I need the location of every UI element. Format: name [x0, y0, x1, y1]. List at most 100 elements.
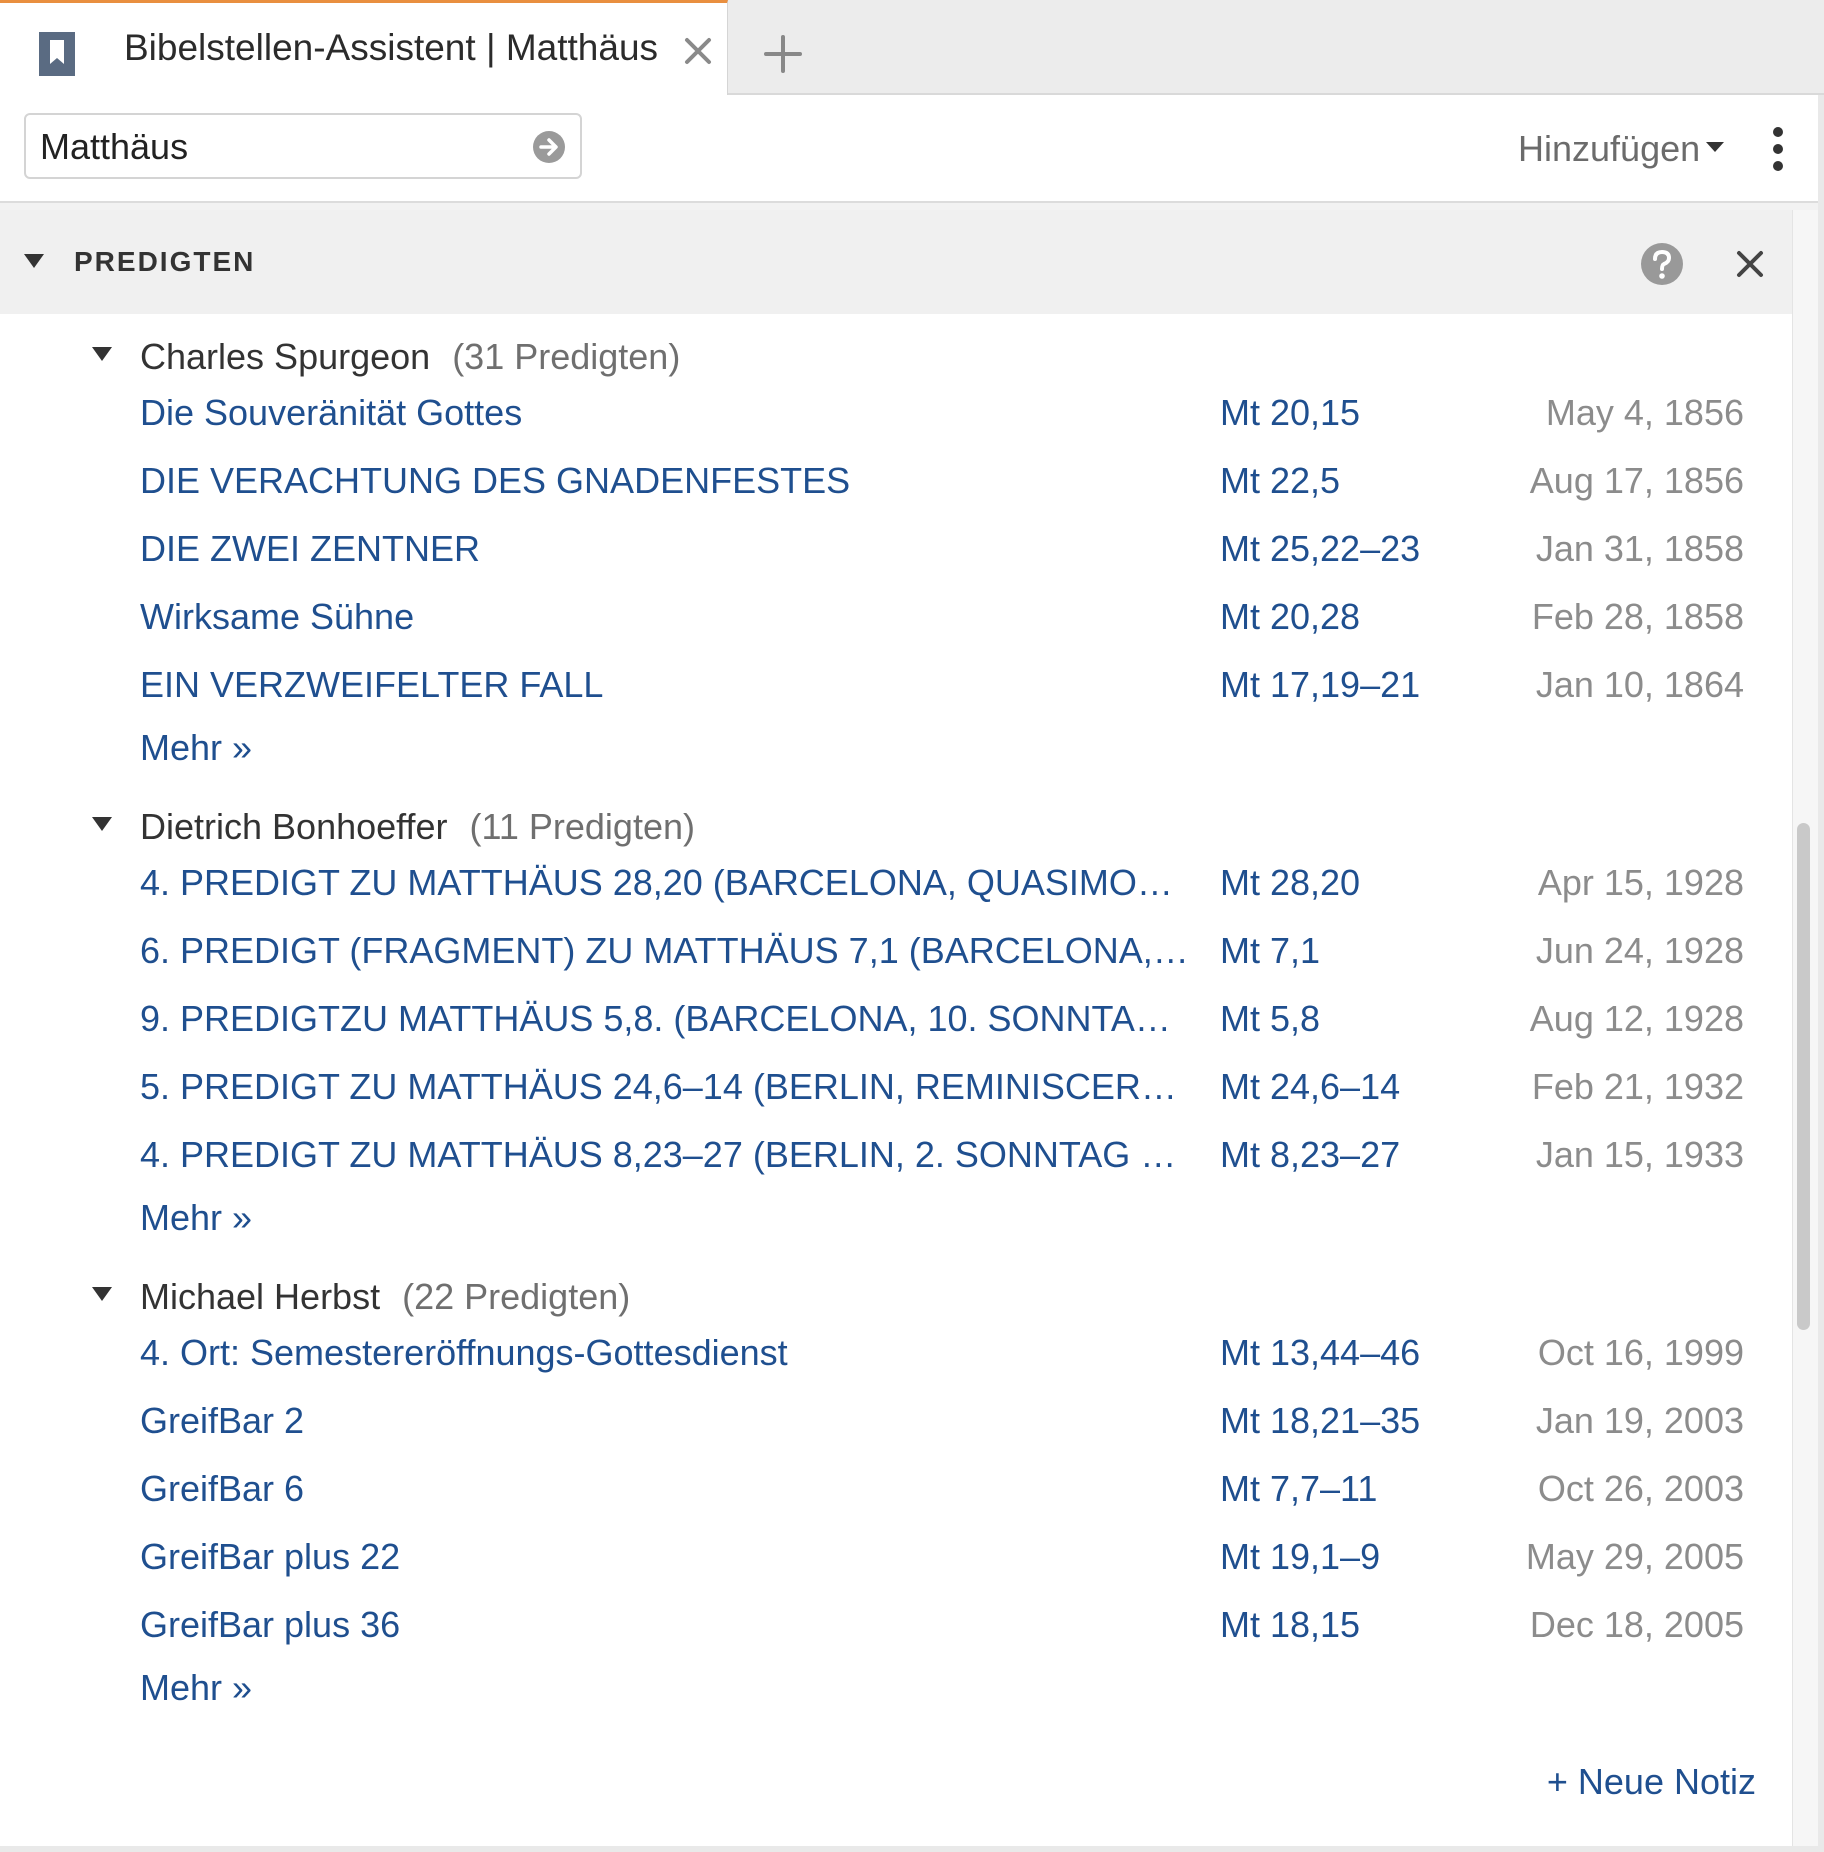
sermon-row: GreifBar 6 Mt 7,7–11 Oct 26, 2003 [0, 1468, 1792, 1528]
group-header[interactable]: Charles Spurgeon (31 Predigten) [140, 336, 680, 378]
sermon-reference-link[interactable]: Mt 18,15 [1220, 1604, 1360, 1646]
group-count: (11 Predigten) [469, 806, 695, 847]
sermon-row: Die Souveränität Gottes Mt 20,15 May 4, … [0, 392, 1792, 452]
sermon-row: GreifBar plus 22 Mt 19,1–9 May 29, 2005 [0, 1536, 1792, 1596]
sermon-reference-link[interactable]: Mt 19,1–9 [1220, 1536, 1380, 1578]
add-tab-icon[interactable] [758, 29, 808, 79]
sermon-reference-link[interactable]: Mt 17,19–21 [1220, 664, 1420, 706]
sermon-reference-link[interactable]: Mt 25,22–23 [1220, 528, 1420, 570]
reference-input[interactable] [38, 123, 512, 171]
scrollbar-thumb[interactable] [1797, 823, 1810, 1330]
more-link[interactable]: Mehr » [140, 1197, 252, 1239]
triangle-down-icon[interactable] [24, 254, 44, 268]
sermon-title-link[interactable]: GreifBar plus 22 [140, 1536, 1190, 1578]
window-frame-right [1818, 95, 1824, 1852]
new-note-link[interactable]: + Neue Notiz [1547, 1761, 1756, 1803]
sermon-reference-link[interactable]: Mt 18,21–35 [1220, 1400, 1420, 1442]
sermon-row: EIN VERZWEIFELTER FALL Mt 17,19–21 Jan 1… [0, 664, 1792, 724]
sermon-row: DIE ZWEI ZENTNER Mt 25,22–23 Jan 31, 185… [0, 528, 1792, 588]
more-link[interactable]: Mehr » [140, 727, 252, 769]
group-author: Charles Spurgeon [140, 336, 431, 377]
sermon-date: Oct 16, 1999 [1537, 1332, 1744, 1373]
sermon-title-link[interactable]: GreifBar 6 [140, 1468, 1190, 1510]
sermon-title-link[interactable]: 6. PREDIGT (FRAGMENT) ZU MATTHÄUS 7,1 (B… [140, 930, 1190, 972]
sermon-date: Jan 10, 1864 [1535, 664, 1744, 705]
sermon-row: Wirksame Sühne Mt 20,28 Feb 28, 1858 [0, 596, 1792, 656]
toolbar: Hinzufügen [0, 95, 1818, 203]
sermon-title-link[interactable]: GreifBar plus 36 [140, 1604, 1190, 1646]
caret-down-icon [1706, 142, 1725, 153]
sermon-row: 9. PREDIGTZU MATTHÄUS 5,8. (BARCELONA, 1… [0, 998, 1792, 1058]
add-dropdown-label: Hinzufügen [1518, 128, 1701, 169]
sermon-date: Aug 12, 1928 [1529, 998, 1744, 1039]
sermon-title-link[interactable]: 4. PREDIGT ZU MATTHÄUS 28,20 (BARCELONA,… [140, 862, 1190, 904]
sermon-reference-link[interactable]: Mt 20,15 [1220, 392, 1360, 434]
sermon-title-link[interactable]: GreifBar 2 [140, 1400, 1190, 1442]
tab-bar: Bibelstellen-Assistent | Matthäus [0, 0, 1824, 95]
sermon-reference-link[interactable]: Mt 7,7–11 [1220, 1468, 1377, 1510]
reference-search-box[interactable] [24, 113, 582, 179]
sermon-title-link[interactable]: DIE ZWEI ZENTNER [140, 528, 1190, 570]
sermon-date: May 29, 2005 [1525, 1536, 1744, 1577]
sermon-row: 4. Ort: Semestereröffnungs-Gottesdienst … [0, 1332, 1792, 1392]
sermon-title-link[interactable]: Die Souveränität Gottes [140, 392, 1190, 434]
sermon-date: May 4, 1856 [1545, 392, 1744, 433]
sermon-date: Jun 24, 1928 [1535, 930, 1744, 971]
more-link[interactable]: Mehr » [140, 1667, 252, 1709]
section-header-predigten: PREDIGTEN [0, 210, 1792, 314]
help-icon[interactable] [1640, 242, 1684, 286]
sermon-row: 4. PREDIGT ZU MATTHÄUS 28,20 (BARCELONA,… [0, 862, 1792, 922]
sermon-reference-link[interactable]: Mt 8,23–27 [1220, 1134, 1400, 1176]
sermon-list: Charles Spurgeon (31 Predigten) Die Souve… [0, 314, 1792, 1846]
sermon-title-link[interactable]: EIN VERZWEIFELTER FALL [140, 664, 1190, 706]
group-author: Dietrich Bonhoeffer [140, 806, 448, 847]
window-frame-bottom [0, 1846, 1824, 1852]
group-header[interactable]: Dietrich Bonhoeffer (11 Predigten) [140, 806, 695, 848]
sermon-title-link[interactable]: 9. PREDIGTZU MATTHÄUS 5,8. (BARCELONA, 1… [140, 998, 1190, 1040]
sermon-date: Oct 26, 2003 [1537, 1468, 1744, 1509]
app-window: Bibelstellen-Assistent | Matthäus Hinzuf… [0, 0, 1824, 1852]
sermon-row: GreifBar plus 36 Mt 18,15 Dec 18, 2005 [0, 1604, 1792, 1664]
close-section-icon[interactable] [1734, 248, 1766, 280]
sermon-row: 4. PREDIGT ZU MATTHÄUS 8,23–27 (BERLIN, … [0, 1134, 1792, 1194]
sermon-date: Aug 17, 1856 [1529, 460, 1744, 501]
section-title: PREDIGTEN [74, 246, 256, 277]
sermon-row: DIE VERACHTUNG DES GNADENFESTES Mt 22,5 … [0, 460, 1792, 520]
group-header[interactable]: Michael Herbst (22 Predigten) [140, 1276, 630, 1318]
sermon-reference-link[interactable]: Mt 24,6–14 [1220, 1066, 1400, 1108]
sermon-date: Apr 15, 1928 [1537, 862, 1744, 903]
triangle-down-icon[interactable] [92, 347, 112, 361]
close-tab-icon[interactable] [679, 32, 717, 70]
sermon-date: Dec 18, 2005 [1529, 1604, 1744, 1645]
triangle-down-icon[interactable] [92, 817, 112, 831]
sermon-title-link[interactable]: DIE VERACHTUNG DES GNADENFESTES [140, 460, 1190, 502]
more-vertical-icon[interactable] [1766, 125, 1790, 173]
sermon-title-link[interactable]: 4. PREDIGT ZU MATTHÄUS 8,23–27 (BERLIN, … [140, 1134, 1190, 1176]
sermon-date: Jan 31, 1858 [1535, 528, 1744, 569]
tab-title: Bibelstellen-Assistent | Matthäus [124, 27, 659, 68]
group-count: (31 Predigten) [452, 336, 681, 377]
sermon-date: Jan 15, 1933 [1535, 1134, 1744, 1175]
group-author: Michael Herbst [140, 1276, 381, 1317]
arrow-right-circle-icon[interactable] [532, 130, 566, 164]
sermon-date: Feb 28, 1858 [1531, 596, 1744, 637]
sermon-title-link[interactable]: 5. PREDIGT ZU MATTHÄUS 24,6–14 (BERLIN, … [140, 1066, 1190, 1108]
sermon-title-link[interactable]: 4. Ort: Semestereröffnungs-Gottesdienst [140, 1332, 1190, 1374]
sermon-reference-link[interactable]: Mt 7,1 [1220, 930, 1320, 972]
add-dropdown-button[interactable]: Hinzufügen [1518, 128, 1725, 170]
sermon-reference-link[interactable]: Mt 13,44–46 [1220, 1332, 1420, 1374]
bookmark-icon [39, 32, 75, 76]
sermon-title-link[interactable]: Wirksame Sühne [140, 596, 1190, 638]
sermon-date: Jan 19, 2003 [1535, 1400, 1744, 1441]
sermon-row: 6. PREDIGT (FRAGMENT) ZU MATTHÄUS 7,1 (B… [0, 930, 1792, 990]
sermon-row: GreifBar 2 Mt 18,21–35 Jan 19, 2003 [0, 1400, 1792, 1460]
sermon-reference-link[interactable]: Mt 20,28 [1220, 596, 1360, 638]
sermon-reference-link[interactable]: Mt 22,5 [1220, 460, 1340, 502]
triangle-down-icon[interactable] [92, 1287, 112, 1301]
tab-bibelstellen-assistent[interactable]: Bibelstellen-Assistent | Matthäus [0, 0, 728, 95]
group-count: (22 Predigten) [402, 1276, 631, 1317]
sermon-row: 5. PREDIGT ZU MATTHÄUS 24,6–14 (BERLIN, … [0, 1066, 1792, 1126]
sermon-date: Feb 21, 1932 [1531, 1066, 1744, 1107]
sermon-reference-link[interactable]: Mt 28,20 [1220, 862, 1360, 904]
sermon-reference-link[interactable]: Mt 5,8 [1220, 998, 1320, 1040]
